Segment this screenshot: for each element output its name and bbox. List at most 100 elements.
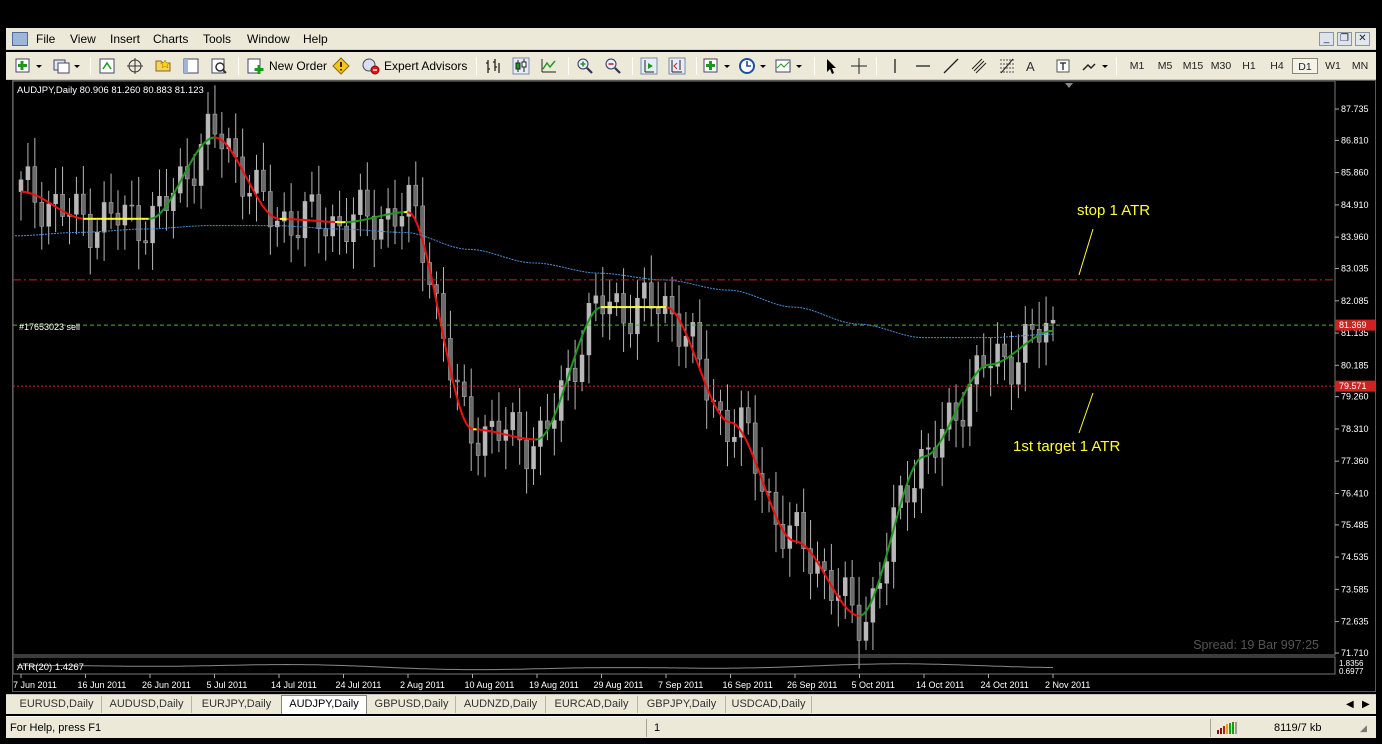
moving-average-segment <box>666 306 671 310</box>
chart-shift-icon[interactable] <box>668 55 686 77</box>
moving-average-segment <box>37 195 43 200</box>
line-chart-icon[interactable] <box>540 55 558 77</box>
zoom-in-icon[interactable] <box>576 55 594 77</box>
price-tick-label: 74.535 <box>1341 552 1369 562</box>
bar-chart-icon[interactable] <box>484 55 502 77</box>
candle-body <box>517 412 522 441</box>
text-label-icon[interactable] <box>1054 55 1072 77</box>
moving-average-segment <box>483 429 488 432</box>
moving-average-segment <box>65 211 70 216</box>
menu-view[interactable]: View <box>70 32 96 46</box>
moving-average-segment <box>376 215 381 218</box>
profiles-icon[interactable] <box>52 55 82 77</box>
moving-average-segment <box>907 471 913 482</box>
equidistant-channel-icon[interactable] <box>970 55 988 77</box>
timeframe-h1[interactable]: H1 <box>1236 58 1262 74</box>
toolbar-separator <box>632 57 633 75</box>
traffic-status: 8119/7 kb <box>1274 722 1322 734</box>
moving-average-segment <box>1017 346 1023 351</box>
moving-average-segment <box>934 443 940 450</box>
candle-body <box>392 208 398 227</box>
tab-audjpy[interactable]: AUDJPY,Daily <box>281 695 367 714</box>
terminal-icon[interactable] <box>182 55 200 77</box>
tab-gbpusd[interactable]: GBPUSD,Daily <box>368 696 456 713</box>
navigator-icon[interactable] <box>154 55 172 77</box>
close-button[interactable]: ✕ <box>1355 32 1370 46</box>
market-watch-icon[interactable] <box>98 55 116 77</box>
data-window-icon[interactable] <box>126 55 144 77</box>
tab-audusd[interactable]: AUDUSD,Daily <box>102 696 192 713</box>
candle-body <box>212 113 218 135</box>
resize-grip-icon[interactable]: ◢ <box>1360 720 1367 736</box>
moving-average-segment <box>503 433 508 437</box>
expert-advisors-button[interactable]: Expert Advisors <box>360 55 470 77</box>
timeframe-m15[interactable]: M15 <box>1180 58 1206 74</box>
tab-gbpjpy[interactable]: GBPJPY,Daily <box>638 696 726 713</box>
connection-bars-icon[interactable] <box>1216 721 1244 737</box>
tab-eurcad[interactable]: EURCAD,Daily <box>546 696 638 713</box>
arrows-icon[interactable] <box>1080 55 1110 77</box>
warning-icon[interactable] <box>332 55 350 77</box>
vertical-line-icon[interactable] <box>886 55 904 77</box>
candle-body <box>849 577 855 606</box>
chart-window-icon[interactable] <box>12 32 28 46</box>
chart-window[interactable]: AUDJPY,Daily 80.906 81.260 80.883 81.123… <box>12 80 1376 692</box>
candle-body <box>462 381 467 397</box>
candlestick-chart-icon[interactable] <box>512 55 530 77</box>
candle-body <box>1016 362 1021 385</box>
restore-button[interactable]: ❐ <box>1337 32 1352 46</box>
toolbar-separator <box>476 57 477 75</box>
menu-insert[interactable]: Insert <box>110 32 140 46</box>
timeframe-w1[interactable]: W1 <box>1320 58 1346 74</box>
moving-average-segment <box>469 427 474 431</box>
timeframe-d1[interactable]: D1 <box>1292 58 1318 74</box>
candle-body <box>538 420 543 447</box>
tab-audnzd[interactable]: AUDNZD,Daily <box>456 696 546 713</box>
candle-body <box>371 215 377 240</box>
menu-charts[interactable]: Charts <box>153 32 188 46</box>
indicators-icon[interactable] <box>702 55 732 77</box>
price-chart[interactable]: AUDJPY,Daily 80.906 81.260 80.883 81.123… <box>13 81 1377 693</box>
tab-eurusd[interactable]: EURUSD,Daily <box>12 696 102 713</box>
tab-usdcad[interactable]: USDCAD,Daily <box>726 696 812 713</box>
new-chart-icon[interactable] <box>14 55 44 77</box>
date-tick-label: 14 Oct 2011 <box>916 680 964 690</box>
menu-file[interactable]: File <box>36 32 55 46</box>
zoom-out-icon[interactable] <box>604 55 622 77</box>
tab-eurjpy[interactable]: EURJPY,Daily <box>192 696 282 713</box>
candle-body <box>60 194 65 217</box>
menu-help[interactable]: Help <box>303 32 328 46</box>
auto-scroll-icon[interactable] <box>640 55 658 77</box>
profile-status: 1 <box>654 722 661 734</box>
tab-scroll-right-icon[interactable]: ▶ <box>1362 699 1370 710</box>
price-tick-label: 87.735 <box>1341 104 1369 114</box>
menu-tools[interactable]: Tools <box>203 32 231 46</box>
moving-average-segment <box>423 248 430 264</box>
templates-icon[interactable] <box>774 55 804 77</box>
new-order-button[interactable]: New Order <box>246 55 328 77</box>
timeframe-m5[interactable]: M5 <box>1152 58 1178 74</box>
fibonacci-icon[interactable] <box>998 55 1016 77</box>
tab-scroll-left-icon[interactable]: ◀ <box>1346 699 1354 710</box>
timeframe-m30[interactable]: M30 <box>1208 58 1234 74</box>
horizontal-line-icon[interactable] <box>914 55 932 77</box>
atr-label: ATR(20) 1.4267 <box>17 662 84 673</box>
chart-shift-marker[interactable] <box>1065 83 1073 88</box>
status-divider <box>1210 719 1211 737</box>
minimize-button[interactable]: _ <box>1319 32 1334 46</box>
price-tick-label: 83.960 <box>1341 232 1369 242</box>
timeframe-h4[interactable]: H4 <box>1264 58 1290 74</box>
timeframe-m1[interactable]: M1 <box>1124 58 1150 74</box>
candle-body <box>718 401 723 411</box>
menu-window[interactable]: Window <box>247 32 290 46</box>
crosshair-icon[interactable] <box>850 55 868 77</box>
timeframe-mn[interactable]: MN <box>1347 58 1373 74</box>
moving-average-segment <box>672 310 678 317</box>
moving-average-segment <box>689 344 695 354</box>
candle-body <box>842 577 848 596</box>
cursor-icon[interactable] <box>822 55 840 77</box>
periods-icon[interactable] <box>738 55 768 77</box>
trendline-icon[interactable] <box>942 55 960 77</box>
strategy-tester-icon[interactable] <box>210 55 228 77</box>
text-icon[interactable]: A <box>1026 55 1035 77</box>
